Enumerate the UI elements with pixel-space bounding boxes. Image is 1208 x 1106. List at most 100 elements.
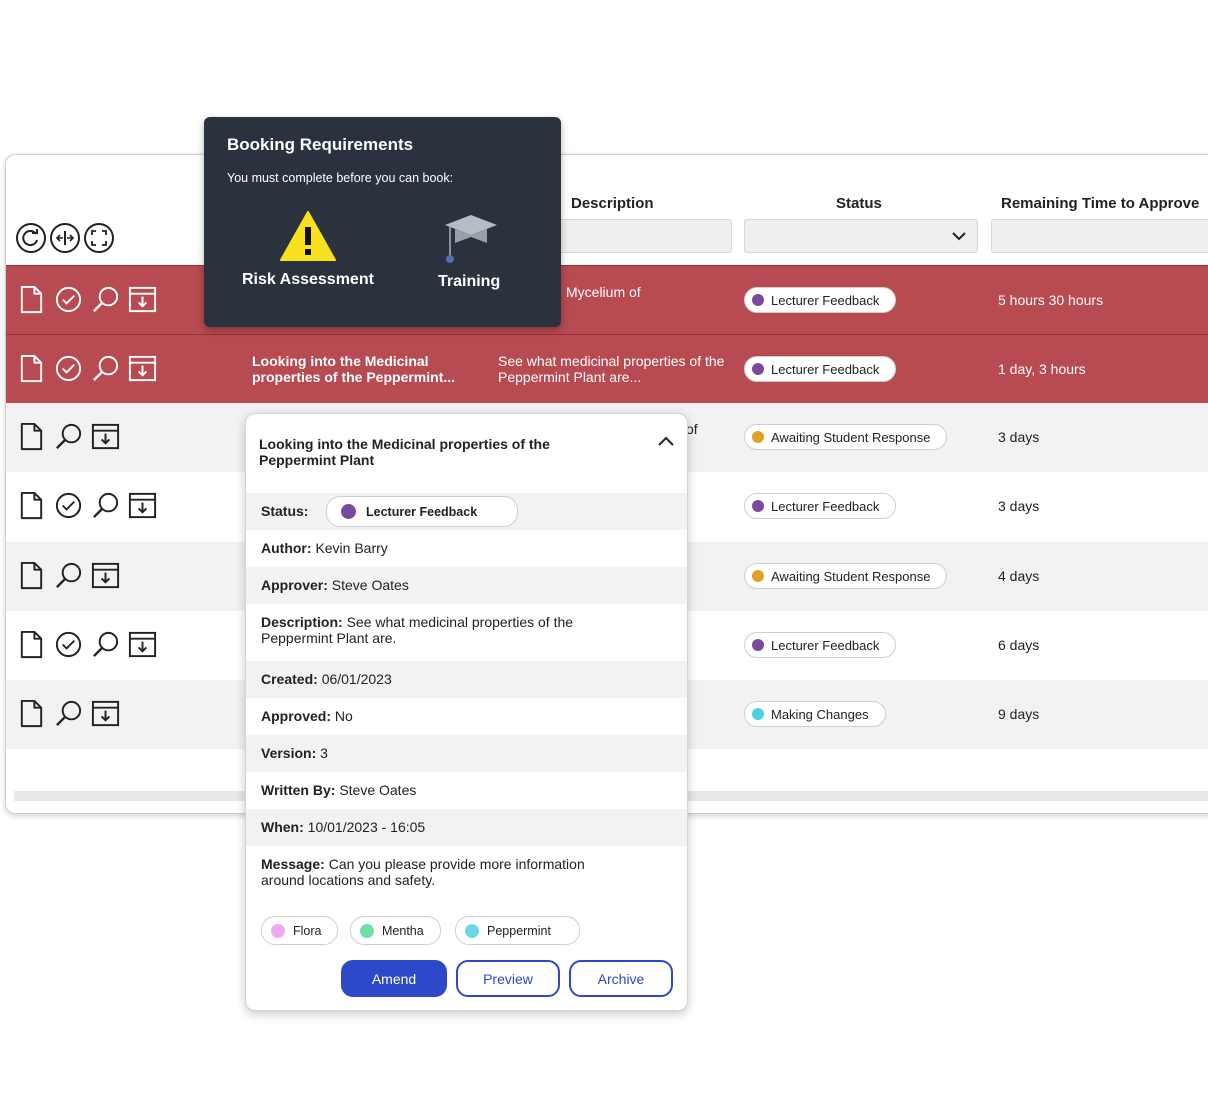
status-label: Awaiting Student Response	[771, 429, 931, 445]
remaining-time-filter-input[interactable]	[991, 219, 1208, 253]
detail-when-row: When: 10/01/2023 - 16:05	[246, 809, 687, 846]
status-dot	[752, 708, 764, 720]
approve-check-icon[interactable]	[53, 629, 84, 660]
detail-created-row: Created: 06/01/2023	[246, 661, 687, 698]
status-dot	[752, 294, 764, 306]
archive-icon[interactable]	[90, 421, 121, 452]
document-icon[interactable]	[16, 284, 47, 315]
row-remaining-time: 3 days	[998, 429, 1040, 445]
status-filter-select[interactable]	[744, 219, 978, 253]
search-icon[interactable]	[90, 353, 121, 384]
tag-dot	[465, 923, 479, 938]
status-dot	[752, 570, 764, 582]
table-row[interactable]: Looking into the Medicinal properties of…	[6, 334, 1208, 403]
detail-status-row: Status: Lecturer Feedback	[246, 493, 687, 530]
detail-description-row: Description: See what medicinal properti…	[246, 604, 687, 661]
status-badge: Awaiting Student Response	[744, 563, 948, 589]
chevron-up-icon[interactable]	[657, 432, 675, 450]
search-icon[interactable]	[90, 284, 121, 315]
chevron-down-icon	[952, 232, 966, 241]
row-remaining-time: 3 days	[998, 498, 1040, 514]
tag-label: Mentha	[382, 923, 424, 938]
field-label: Message:	[261, 856, 325, 872]
written-by-value: Steve Oates	[339, 782, 417, 798]
row-remaining-time: 1 day, 3 hours	[998, 361, 1086, 377]
status-label: Awaiting Student Response	[771, 568, 931, 584]
search-icon[interactable]	[53, 421, 84, 452]
row-title[interactable]: Looking into the Medicinal properties of…	[252, 353, 482, 385]
booking-subtitle: You must complete before you can book:	[227, 171, 454, 185]
tag-dot	[271, 923, 285, 938]
status-label: Lecturer Feedback	[771, 361, 880, 377]
request-detail-popup: Looking into the Medicinal properties of…	[245, 413, 688, 1011]
field-label: Version:	[261, 745, 317, 761]
requirement-risk-assessment[interactable]: Risk Assessment	[242, 209, 374, 289]
search-icon[interactable]	[90, 629, 121, 660]
status-dot	[341, 504, 356, 519]
search-icon[interactable]	[53, 560, 84, 591]
preview-button[interactable]: Preview	[456, 960, 560, 997]
tag-chip[interactable]: Peppermint	[455, 916, 580, 945]
row-remaining-time: 5 hours 30 hours	[998, 292, 1104, 308]
document-icon[interactable]	[16, 698, 47, 729]
description-filter-input[interactable]	[554, 219, 732, 253]
status-label: Making Changes	[771, 706, 869, 722]
status-label: Lecturer Feedback	[366, 504, 478, 519]
row-remaining-time: 9 days	[998, 706, 1040, 722]
archive-icon[interactable]	[127, 490, 158, 521]
column-header-remaining-time[interactable]: Remaining Time to Approve	[1001, 195, 1199, 212]
search-icon[interactable]	[90, 490, 121, 521]
refresh-icon[interactable]	[16, 223, 46, 253]
document-icon[interactable]	[16, 490, 47, 521]
archive-icon[interactable]	[90, 560, 121, 591]
tag-chip[interactable]: Mentha	[350, 916, 441, 945]
warning-icon	[279, 211, 336, 261]
table-row[interactable]: Mycelium of Lecturer Feedback 5 hours 30…	[6, 265, 1208, 334]
field-label: Approver:	[261, 577, 328, 593]
expand-icon[interactable]	[84, 223, 114, 253]
detail-version-row: Version: 3	[246, 735, 687, 772]
status-badge: Lecturer Feedback	[326, 496, 519, 527]
requirement-training[interactable]: Training	[438, 209, 500, 291]
approve-check-icon[interactable]	[53, 284, 84, 315]
column-resize-icon[interactable]	[50, 223, 80, 253]
archive-button[interactable]: Archive	[569, 960, 673, 997]
status-badge: Awaiting Student Response	[744, 424, 948, 450]
archive-icon[interactable]	[90, 698, 121, 729]
document-icon[interactable]	[16, 421, 47, 452]
status-badge: Lecturer Feedback	[744, 493, 897, 519]
archive-icon[interactable]	[127, 629, 158, 660]
document-icon[interactable]	[16, 560, 47, 591]
tag-label: Peppermint	[487, 923, 551, 938]
status-label: Lecturer Feedback	[771, 637, 880, 653]
status-dot	[752, 431, 764, 443]
detail-written-by-row: Written By: Steve Oates	[246, 772, 687, 809]
tag-chip[interactable]: Flora	[261, 916, 339, 945]
document-icon[interactable]	[16, 353, 47, 384]
approver-value: Steve Oates	[331, 577, 409, 593]
field-label: Status:	[261, 503, 309, 519]
status-badge: Making Changes	[744, 701, 886, 727]
approve-check-icon[interactable]	[53, 490, 84, 521]
status-dot	[752, 500, 764, 512]
amend-button[interactable]: Amend	[341, 960, 447, 997]
row-remaining-time: 6 days	[998, 637, 1040, 653]
archive-icon[interactable]	[127, 353, 158, 384]
search-icon[interactable]	[53, 698, 84, 729]
detail-author-row: Author: Kevin Barry	[246, 530, 687, 567]
tag-label: Flora	[293, 923, 322, 938]
created-value: 06/01/2023	[321, 671, 392, 687]
archive-icon[interactable]	[127, 284, 158, 315]
status-badge: Lecturer Feedback	[744, 356, 897, 382]
field-label: Author:	[261, 540, 312, 556]
approved-value: No	[334, 708, 353, 724]
column-header-description[interactable]: Description	[571, 195, 654, 212]
document-icon[interactable]	[16, 629, 47, 660]
field-label: Description:	[261, 614, 343, 630]
when-value: 10/01/2023 - 16:05	[307, 819, 426, 835]
row-remaining-time: 4 days	[998, 568, 1040, 584]
field-label: Created:	[261, 671, 318, 687]
approve-check-icon[interactable]	[53, 353, 84, 384]
status-badge: Lecturer Feedback	[744, 632, 897, 658]
column-header-status[interactable]: Status	[836, 195, 882, 212]
